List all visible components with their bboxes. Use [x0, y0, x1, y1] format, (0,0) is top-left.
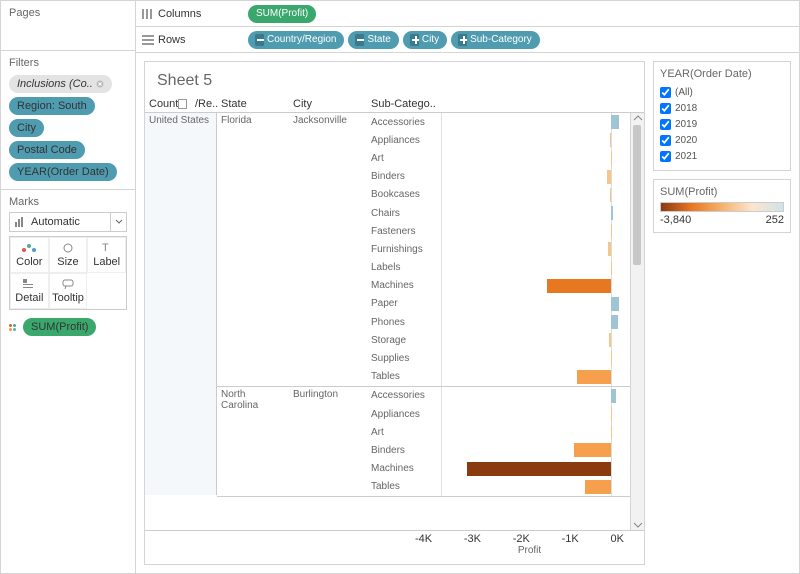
city-cell: Jacksonville: [289, 113, 367, 386]
year-checkbox[interactable]: 2018: [660, 100, 784, 116]
data-row: Art: [367, 149, 630, 167]
filter-pill[interactable]: YEAR(Order Date): [9, 163, 117, 181]
shelf-pill[interactable]: City: [403, 31, 447, 49]
data-row: Machines: [367, 277, 630, 295]
bar[interactable]: [577, 370, 611, 384]
bar[interactable]: [574, 443, 612, 457]
data-row: Binders: [367, 441, 630, 459]
bar[interactable]: [467, 462, 611, 476]
shelf-pill[interactable]: SUM(Profit): [248, 5, 316, 23]
year-filter-title: YEAR(Order Date): [660, 68, 784, 80]
filter-pill[interactable]: Postal Code: [9, 141, 85, 159]
shelf-pill[interactable]: State: [348, 31, 398, 49]
bar[interactable]: [611, 315, 618, 329]
color-dots-icon: [9, 324, 19, 331]
close-icon[interactable]: [96, 80, 104, 88]
data-row: Labels: [367, 259, 630, 277]
bar[interactable]: [610, 188, 612, 202]
data-row: Paper: [367, 295, 630, 313]
rows-shelf-label: Rows: [142, 34, 242, 46]
rows-icon: [142, 35, 154, 45]
chevron-down-icon: [115, 218, 123, 226]
tick-label: -1K: [562, 533, 579, 545]
filter-pill[interactable]: Region: South: [9, 97, 95, 115]
sort-icon[interactable]: [178, 99, 187, 109]
data-row: Chairs: [367, 204, 630, 222]
data-row: Tables: [367, 478, 630, 496]
mark-type-dropdown[interactable]: Automatic: [9, 212, 127, 232]
bar[interactable]: [610, 133, 611, 147]
data-row: Storage: [367, 331, 630, 349]
data-row: Appliances: [367, 405, 630, 423]
bar[interactable]: [611, 407, 612, 421]
year-checkbox[interactable]: (All): [660, 84, 784, 100]
color-gradient: [660, 202, 784, 212]
data-row: Accessories: [367, 387, 630, 405]
bar[interactable]: [547, 279, 611, 293]
bar[interactable]: [607, 170, 612, 184]
bar[interactable]: [611, 206, 613, 220]
mark-label[interactable]: TLabel: [87, 237, 126, 273]
tick-label: -3K: [464, 533, 481, 545]
columns-shelf-label: Columns: [142, 8, 242, 20]
bar[interactable]: [611, 351, 612, 365]
bar[interactable]: [611, 425, 612, 439]
mark-color[interactable]: Color: [10, 237, 49, 273]
scroll-down-icon[interactable]: [631, 520, 644, 530]
scroll-up-icon[interactable]: [631, 113, 644, 123]
year-checkbox[interactable]: 2020: [660, 132, 784, 148]
tick-label: -2K: [513, 533, 530, 545]
bar[interactable]: [611, 389, 616, 403]
scrollbar[interactable]: [630, 113, 644, 530]
header-row: Count /Re.. State City Sub-Catego..: [145, 96, 644, 113]
bar-icon: [15, 217, 27, 227]
bar[interactable]: [611, 261, 612, 275]
mark-pill-sum-profit[interactable]: SUM(Profit): [23, 318, 96, 336]
mark-tooltip[interactable]: Tooltip: [49, 273, 88, 309]
data-row: Appliances: [367, 131, 630, 149]
bar[interactable]: [611, 297, 619, 311]
bar[interactable]: [611, 151, 612, 165]
filter-pill[interactable]: Inclusions (Co..: [9, 75, 112, 93]
bar[interactable]: [609, 333, 611, 347]
tick-label: -4K: [415, 533, 432, 545]
shelf-pill[interactable]: Country/Region: [248, 31, 344, 49]
data-row: Tables: [367, 368, 630, 386]
bar[interactable]: [585, 480, 611, 494]
mark-size[interactable]: Size: [49, 237, 88, 273]
marks-label: Marks: [9, 196, 127, 208]
data-row: Bookcases: [367, 186, 630, 204]
color-legend-title: SUM(Profit): [660, 186, 784, 198]
filters-label: Filters: [9, 57, 127, 69]
bar[interactable]: [611, 115, 619, 129]
city-cell: Burlington: [289, 387, 367, 496]
filter-pill[interactable]: City: [9, 119, 44, 137]
columns-icon: [142, 9, 154, 19]
svg-text:T: T: [102, 242, 109, 254]
data-row: Accessories: [367, 113, 630, 131]
state-cell: Florida: [217, 113, 289, 386]
country-header[interactable]: United States: [145, 113, 217, 495]
pages-label: Pages: [9, 7, 127, 19]
data-row: Binders: [367, 168, 630, 186]
tick-label: 0K: [611, 533, 624, 545]
data-row: Machines: [367, 460, 630, 478]
data-row: Supplies: [367, 349, 630, 367]
data-row: Phones: [367, 313, 630, 331]
sheet-title: Sheet 5: [145, 62, 644, 96]
mark-detail[interactable]: Detail: [10, 273, 49, 309]
year-checkbox[interactable]: 2021: [660, 148, 784, 164]
data-row: Fasteners: [367, 222, 630, 240]
bar[interactable]: [611, 224, 612, 238]
state-cell: NorthCarolina: [217, 387, 289, 496]
data-row: Furnishings: [367, 240, 630, 258]
data-row: Art: [367, 423, 630, 441]
bar[interactable]: [608, 242, 611, 256]
shelf-pill[interactable]: Sub-Category: [451, 31, 540, 49]
x-axis-label: Profit: [415, 545, 644, 556]
year-checkbox[interactable]: 2019: [660, 116, 784, 132]
